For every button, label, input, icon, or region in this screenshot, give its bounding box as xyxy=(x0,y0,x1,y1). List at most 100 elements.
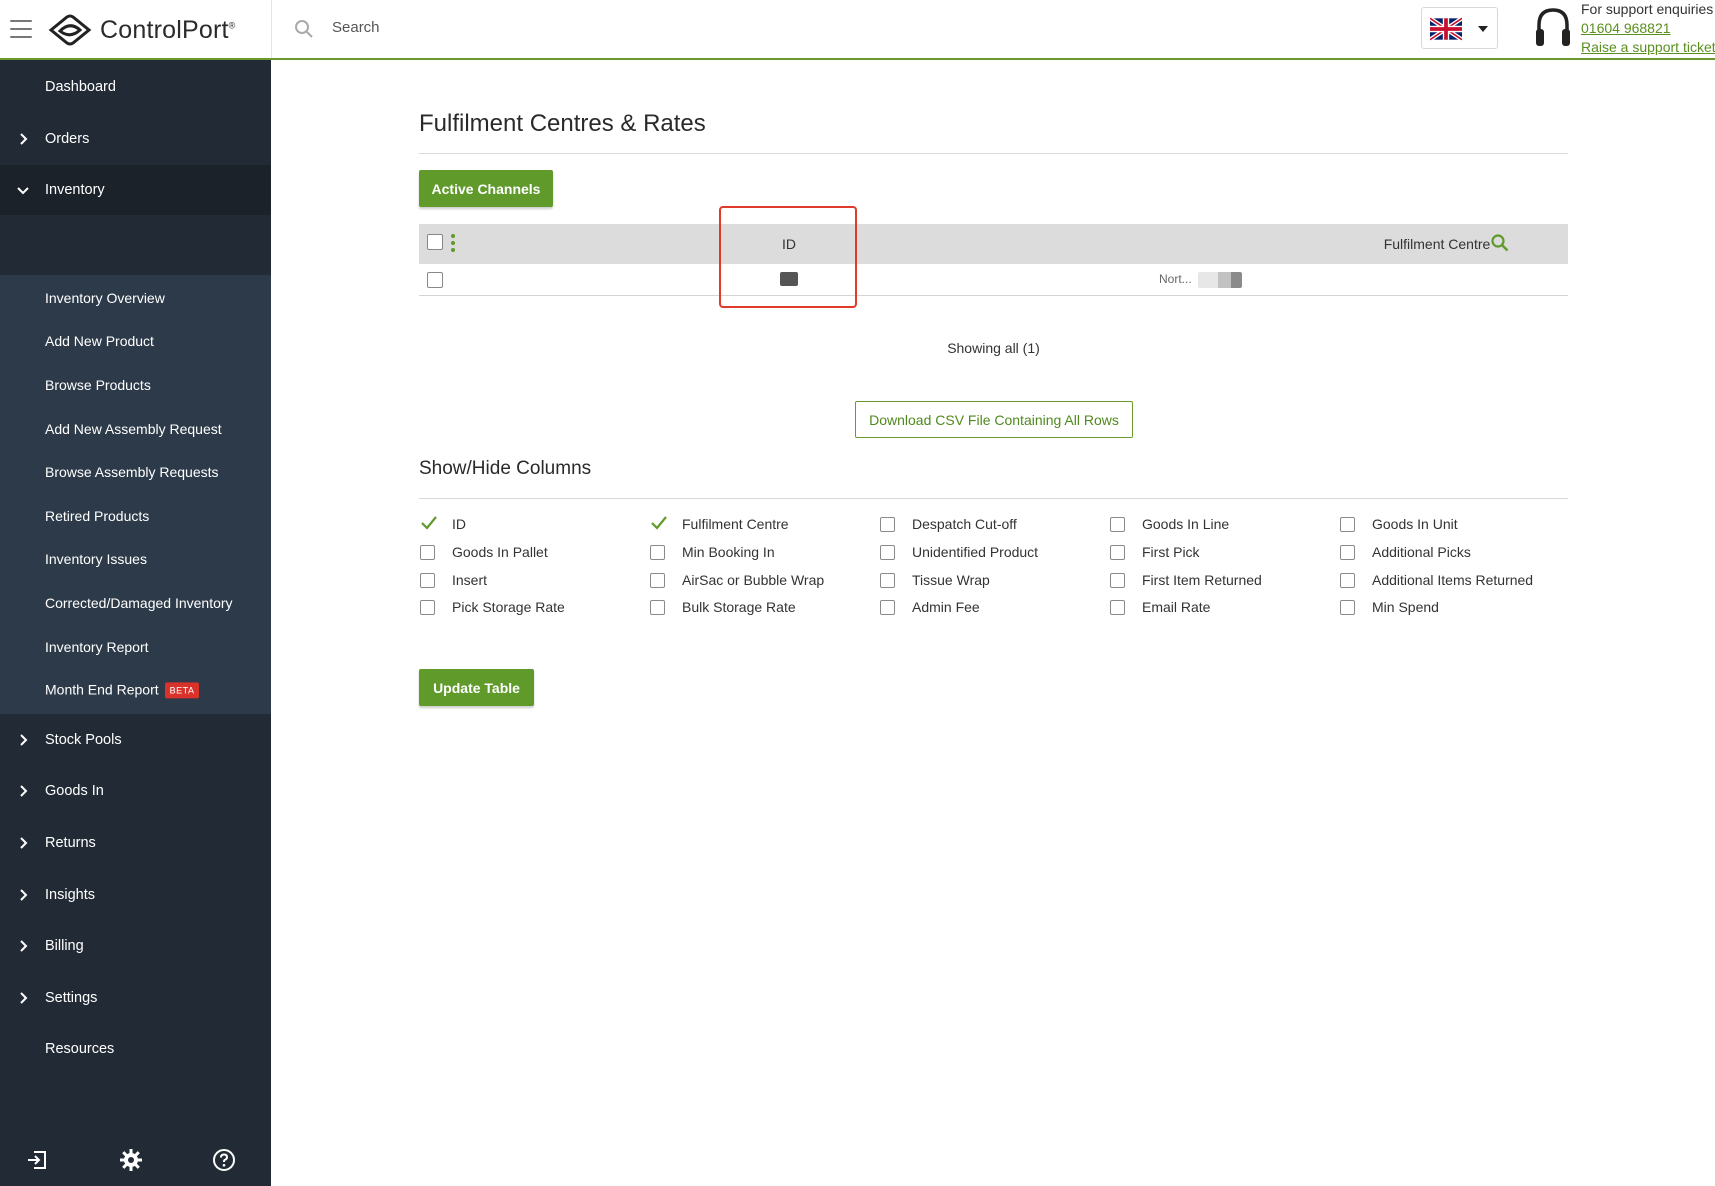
column-option-label: Admin Fee xyxy=(912,599,980,615)
column-option-label: Despatch Cut-off xyxy=(912,516,1017,532)
sidebar-footer xyxy=(0,1134,271,1186)
column-option-label: Min Booking In xyxy=(682,544,775,560)
checkbox xyxy=(1340,600,1355,615)
sidebar-item-label: Dashboard xyxy=(45,79,116,95)
submenu-item-inventory-report[interactable]: Inventory Report xyxy=(0,627,271,667)
sidebar-item-label: Orders xyxy=(45,131,90,147)
language-selector[interactable] xyxy=(1421,7,1498,49)
submenu-item-inventory-issues[interactable]: Inventory Issues xyxy=(0,539,271,579)
sidebar-item-orders[interactable]: Orders xyxy=(0,114,271,164)
sidebar-item-inventory[interactable]: Inventory xyxy=(0,165,271,215)
search-icon[interactable] xyxy=(294,19,314,39)
column-header-fulfilment-centre[interactable]: Fulfilment Centre xyxy=(1384,236,1491,252)
row-checkbox[interactable] xyxy=(427,272,443,288)
sidebar-item-label: Goods In xyxy=(45,783,104,799)
column-option-label: Goods In Pallet xyxy=(452,544,548,560)
gear-icon[interactable] xyxy=(119,1148,143,1172)
submenu-item-retired-products[interactable]: Retired Products xyxy=(0,496,271,536)
logout-icon[interactable] xyxy=(25,1148,49,1172)
column-option-label: Goods In Unit xyxy=(1372,516,1458,532)
sidebar-item-resources[interactable]: Resources xyxy=(0,1024,271,1074)
support-phone-link[interactable]: 01604 968821 xyxy=(1581,20,1671,36)
sidebar-item-settings[interactable]: Settings xyxy=(0,973,271,1023)
sidebar-item-goods-in[interactable]: Goods In xyxy=(0,766,271,816)
chevron-down-icon xyxy=(17,187,29,195)
column-option-label: Insert xyxy=(452,572,488,588)
checkmark-icon xyxy=(421,516,437,530)
checkbox xyxy=(1110,545,1125,560)
checkbox xyxy=(1110,600,1125,615)
active-channels-button[interactable]: Active Channels xyxy=(419,170,553,207)
sidebar-item-label: Insights xyxy=(45,887,95,903)
column-option-label: Pick Storage Rate xyxy=(452,599,565,615)
support-title: For support enquiries xyxy=(1581,1,1714,17)
headset-icon xyxy=(1536,8,1570,46)
submenu-item-add-assembly-request[interactable]: Add New Assembly Request xyxy=(0,409,271,449)
chevron-right-icon xyxy=(20,837,28,849)
inventory-submenu: Inventory Overview Add New Product Brows… xyxy=(0,275,271,714)
sidebar-item-label: Month End Report xyxy=(45,681,159,698)
column-header-id[interactable]: ID xyxy=(419,236,1159,252)
help-icon[interactable] xyxy=(212,1148,236,1172)
checkbox xyxy=(420,545,435,560)
column-option-label: ID xyxy=(452,516,466,532)
sidebar-item-dashboard[interactable]: Dashboard xyxy=(0,62,271,112)
sidebar-item-label: Inventory xyxy=(45,182,105,198)
update-table-button[interactable]: Update Table xyxy=(419,669,534,706)
checkbox xyxy=(1110,517,1125,532)
sidebar-item-stock-pools[interactable]: Stock Pools xyxy=(0,715,271,765)
sidebar-item-insights[interactable]: Insights xyxy=(0,870,271,920)
chevron-right-icon xyxy=(20,992,28,1004)
eye-logo-icon xyxy=(48,14,92,46)
checkbox xyxy=(880,545,895,560)
submenu-item-browse-products[interactable]: Browse Products xyxy=(0,365,271,405)
submenu-item-add-new-product[interactable]: Add New Product xyxy=(0,321,271,361)
column-option-label: First Pick xyxy=(1142,544,1200,560)
chevron-right-icon xyxy=(20,940,28,952)
redaction xyxy=(1197,272,1242,288)
column-option-label: Additional Picks xyxy=(1372,544,1471,560)
checkbox xyxy=(650,600,665,615)
checkbox xyxy=(650,545,665,560)
table-header: ID Fulfilment Centre xyxy=(419,224,1568,264)
sidebar: Dashboard Orders Inventory Inventory Ove… xyxy=(0,60,271,1186)
uk-flag-icon xyxy=(1430,17,1462,41)
column-option-label: Tissue Wrap xyxy=(912,572,990,588)
divider xyxy=(419,498,1568,499)
checkbox xyxy=(880,573,895,588)
submenu-item-month-end-report[interactable]: Month End Report BETA xyxy=(0,670,271,710)
download-csv-button[interactable]: Download CSV File Containing All Rows xyxy=(855,401,1133,438)
submenu-item-corrected-damaged[interactable]: Corrected/Damaged Inventory xyxy=(0,583,271,623)
beta-badge: BETA xyxy=(164,682,200,699)
fulfilment-centre-cell: Nort... xyxy=(1159,272,1242,288)
id-cell-redacted xyxy=(780,272,798,286)
menu-icon[interactable] xyxy=(10,20,32,38)
submenu-item-browse-assembly-requests[interactable]: Browse Assembly Requests xyxy=(0,452,271,492)
table-row[interactable]: Nort... xyxy=(419,264,1568,296)
chevron-right-icon xyxy=(20,785,28,797)
search-icon[interactable] xyxy=(1490,233,1510,253)
column-option-label: Additional Items Returned xyxy=(1372,572,1534,588)
sidebar-item-returns[interactable]: Returns xyxy=(0,818,271,868)
page-title: Fulfilment Centres & Rates xyxy=(419,110,706,137)
checkbox xyxy=(420,600,435,615)
column-option-label: Min Spend xyxy=(1372,599,1439,615)
checkbox xyxy=(1340,517,1355,532)
logo[interactable]: ControlPort® xyxy=(48,12,235,48)
chevron-down-icon xyxy=(1478,26,1488,32)
checkbox xyxy=(880,517,895,532)
chevron-right-icon xyxy=(20,133,28,145)
support-ticket-link[interactable]: Raise a support ticket xyxy=(1581,39,1715,55)
brand-name: ControlPort® xyxy=(100,15,236,44)
chevron-right-icon xyxy=(20,889,28,901)
search-input[interactable]: Search xyxy=(332,19,380,36)
submenu-item-inventory-overview[interactable]: Inventory Overview xyxy=(0,278,271,318)
checkmark-icon xyxy=(651,516,667,530)
showing-count: Showing all (1) xyxy=(947,340,1040,356)
divider xyxy=(419,153,1568,154)
chevron-right-icon xyxy=(20,734,28,746)
checkbox xyxy=(880,600,895,615)
sidebar-item-billing[interactable]: Billing xyxy=(0,921,271,971)
sidebar-item-label: Resources xyxy=(45,1041,115,1057)
column-option-label: AirSac or Bubble Wrap xyxy=(682,572,825,588)
